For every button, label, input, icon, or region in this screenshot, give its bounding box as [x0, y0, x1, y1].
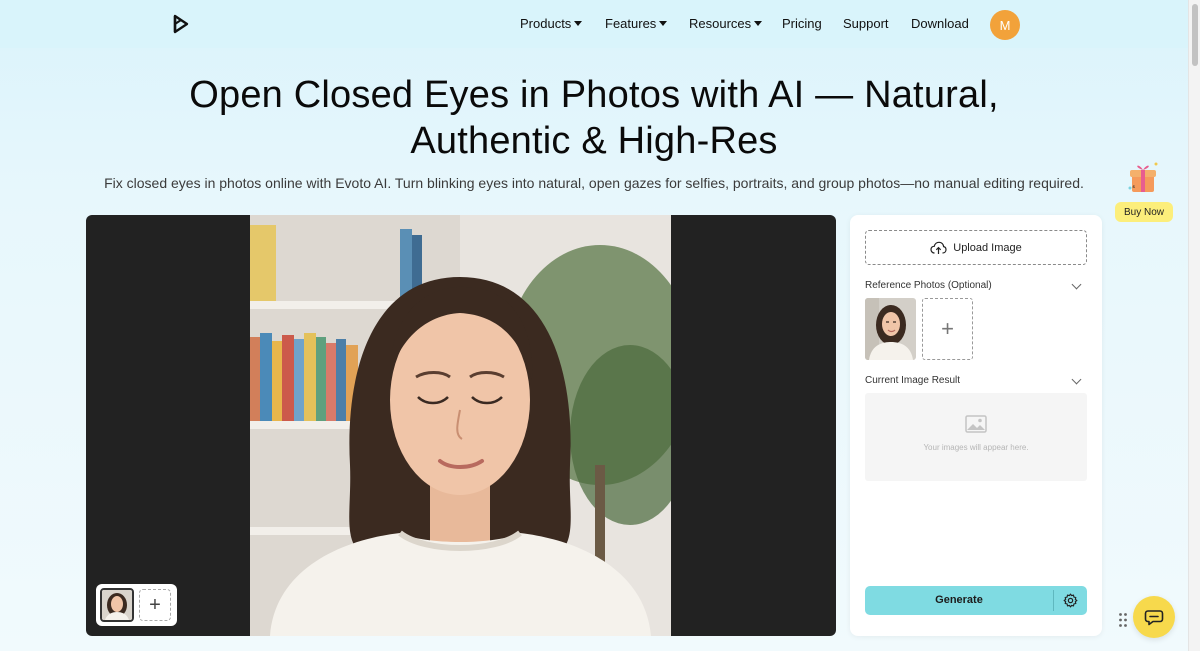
- reference-photos-label: Reference Photos (Optional): [865, 280, 992, 291]
- page-title: Open Closed Eyes in Photos with AI — Nat…: [0, 72, 1188, 164]
- nav-pricing-label: Pricing: [782, 16, 822, 31]
- nav-download-label: Download: [911, 16, 969, 31]
- nav-products[interactable]: Products: [520, 16, 583, 31]
- nav-features-label: Features: [605, 16, 657, 31]
- page-scrollbar[interactable]: [1188, 0, 1200, 651]
- nav-support[interactable]: Support: [843, 16, 889, 31]
- reference-portrait: [865, 298, 916, 360]
- thumbnail-selected[interactable]: [100, 588, 134, 622]
- upload-image-label: Upload Image: [953, 241, 1022, 254]
- generate-label: Generate: [935, 594, 983, 606]
- top-nav: Products Features Resources Pricing Supp…: [0, 0, 1188, 48]
- caret-down-icon: [659, 21, 668, 26]
- cloud-upload-icon: [930, 241, 947, 254]
- nav-products-label: Products: [520, 16, 572, 31]
- page-title-line-2: Authentic & High-Res: [410, 120, 778, 162]
- control-panel: Upload Image Reference Photos (Optional)…: [850, 215, 1102, 636]
- upload-image-button[interactable]: Upload Image: [865, 230, 1087, 265]
- caret-down-icon: [574, 21, 583, 26]
- image-placeholder-icon: [965, 415, 987, 433]
- image-thumbnail-strip: +: [96, 584, 177, 626]
- evoto-logo-icon[interactable]: [170, 13, 192, 35]
- generate-button[interactable]: Generate: [865, 586, 1087, 615]
- nav-resources-label: Resources: [689, 16, 752, 31]
- caret-down-icon: [754, 21, 763, 26]
- user-avatar[interactable]: M: [990, 10, 1020, 40]
- nav-pricing[interactable]: Pricing: [782, 16, 822, 31]
- result-placeholder-text: Your images will appear here.: [923, 443, 1029, 452]
- drag-handle-icon[interactable]: [1118, 612, 1128, 628]
- add-reference-photo-button[interactable]: +: [922, 298, 973, 360]
- portrait-photo: [250, 215, 671, 636]
- thumbnail-portrait: [102, 590, 132, 620]
- nav-support-label: Support: [843, 16, 889, 31]
- page-subtitle: Fix closed eyes in photos online with Ev…: [104, 175, 1084, 191]
- image-preview-canvas[interactable]: [86, 215, 836, 636]
- add-image-button[interactable]: +: [139, 589, 171, 621]
- scrollbar-thumb[interactable]: [1192, 4, 1198, 66]
- chevron-down-icon[interactable]: [1071, 374, 1082, 385]
- chat-bubble-icon: [1144, 610, 1164, 626]
- current-image-result-label: Current Image Result: [865, 375, 961, 386]
- buy-now-button[interactable]: Buy Now: [1115, 202, 1173, 222]
- gear-icon[interactable]: [1063, 593, 1078, 608]
- result-placeholder-box: Your images will appear here.: [865, 393, 1087, 481]
- gift-box-icon[interactable]: [1124, 158, 1164, 198]
- nav-download[interactable]: Download: [911, 16, 969, 31]
- reference-photo[interactable]: [865, 298, 916, 360]
- nav-features[interactable]: Features: [605, 16, 668, 31]
- nav-resources[interactable]: Resources: [689, 16, 763, 31]
- generate-divider: [1053, 590, 1054, 611]
- chevron-down-icon[interactable]: [1071, 279, 1082, 290]
- chat-support-button[interactable]: [1133, 596, 1175, 638]
- page-title-line-1: Open Closed Eyes in Photos with AI — Nat…: [189, 74, 999, 116]
